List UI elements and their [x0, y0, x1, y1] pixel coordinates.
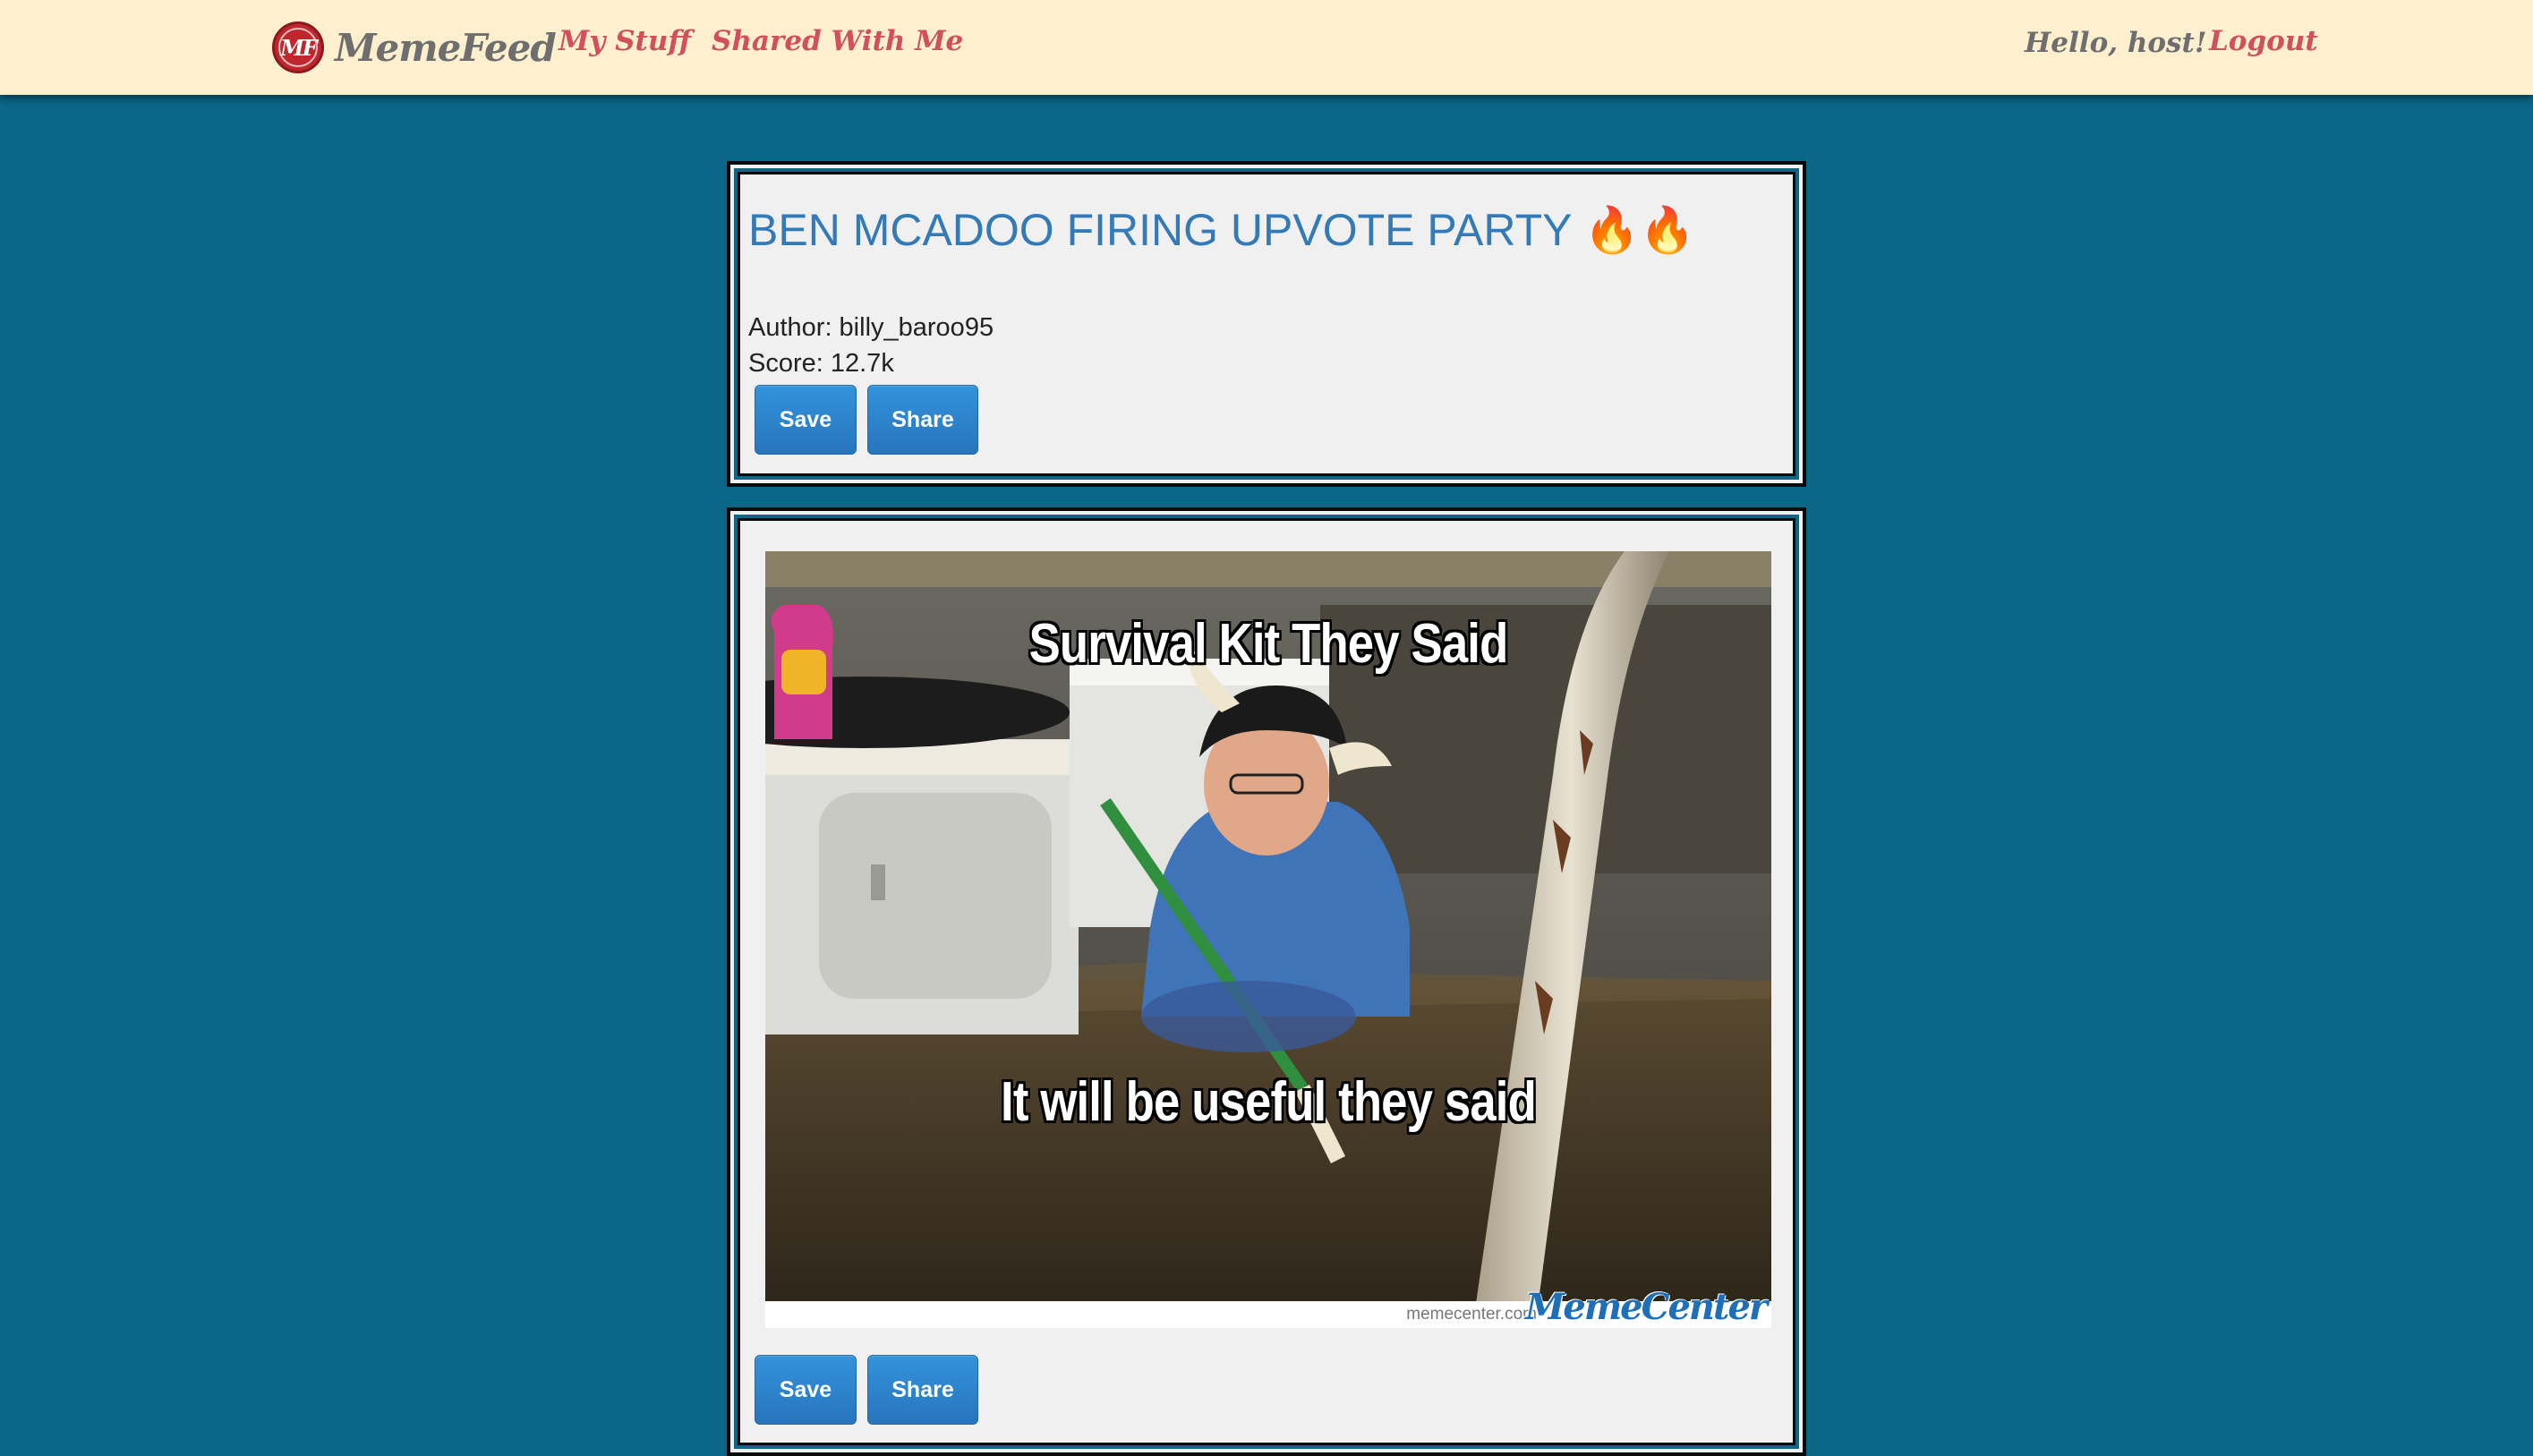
- meme-bottom-caption: It will be useful they said: [1001, 1071, 1537, 1133]
- user-greeting: Hello, host!: [2025, 27, 2207, 59]
- meme-top-caption: Survival Kit They Said: [1028, 613, 1509, 675]
- brand-name: MemeFeed: [335, 25, 557, 70]
- meme-watermark: memecenter.com: [1406, 1305, 1537, 1324]
- meme-image: Survival Kit They Said It will be useful…: [765, 551, 1771, 1328]
- memecenter-logo: MemeCenter: [1525, 1286, 1768, 1328]
- meme-panel: Survival Kit They Said It will be useful…: [727, 507, 1806, 1456]
- logout-link[interactable]: Logout: [2209, 25, 2318, 57]
- memefeed-logo-icon: MF: [272, 21, 324, 73]
- post-share-button[interactable]: Share: [867, 385, 978, 455]
- post-score: Score: 12.7k: [748, 349, 894, 378]
- brand-home-link[interactable]: MF MemeFeed: [272, 20, 557, 75]
- meme-share-button[interactable]: Share: [867, 1355, 978, 1425]
- post-title: BEN MCADOO FIRING UPVOTE PARTY 🔥🔥: [748, 205, 1695, 255]
- nav-link-shared-with-me[interactable]: Shared With Me: [712, 25, 963, 57]
- post-save-button[interactable]: Save: [755, 385, 857, 455]
- nav-link-my-stuff[interactable]: My Stuff: [559, 25, 691, 57]
- top-navbar: MF MemeFeed My Stuff Shared With Me Hell…: [0, 0, 2533, 95]
- meme-save-button[interactable]: Save: [755, 1355, 857, 1425]
- post-info-panel: BEN MCADOO FIRING UPVOTE PARTY 🔥🔥 Author…: [727, 161, 1806, 487]
- post-author: Author: billy_baroo95: [748, 313, 994, 342]
